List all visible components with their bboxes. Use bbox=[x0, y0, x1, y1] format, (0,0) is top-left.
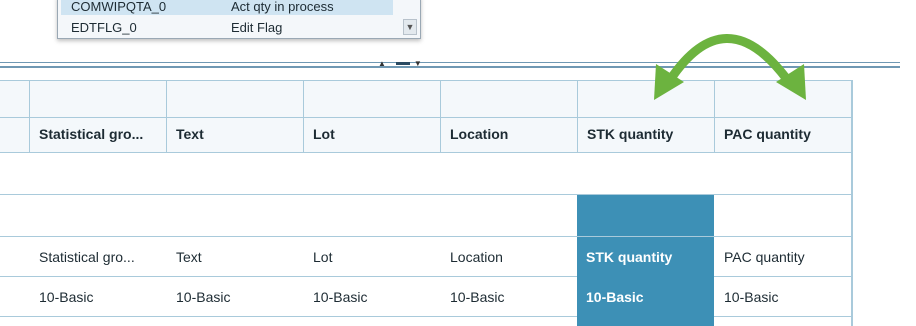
grid-cell-stk-quantity-label[interactable]: STK quantity bbox=[577, 237, 714, 277]
data-grid: Statistical gro... Text Lot Location STK… bbox=[0, 80, 853, 326]
splitter-handle-icon[interactable]: ▲ ▼ bbox=[378, 59, 428, 68]
grid-cell-lot-label[interactable]: Lot bbox=[304, 237, 440, 277]
column-header-location[interactable]: Location bbox=[441, 117, 577, 152]
scroll-down-icon[interactable]: ▼ bbox=[403, 19, 417, 35]
grid-cell-location-value[interactable]: 10-Basic bbox=[441, 277, 577, 317]
grid-cell-lot-value[interactable]: 10-Basic bbox=[304, 277, 440, 317]
column-header-stk-quantity[interactable]: STK quantity bbox=[578, 117, 714, 152]
grid-cell-pac-quantity-value[interactable]: 10-Basic bbox=[715, 277, 851, 317]
dropdown-item-label: Edit Flag bbox=[231, 20, 283, 35]
swap-columns-arrow-icon bbox=[654, 34, 806, 100]
column-header-statistical-group[interactable]: Statistical gro... bbox=[30, 117, 166, 152]
grid-cell-stk-quantity-value[interactable]: 10-Basic bbox=[577, 277, 714, 317]
grid-cell-pac-quantity-label[interactable]: PAC quantity bbox=[715, 237, 851, 277]
column-header-pac-quantity[interactable]: PAC quantity bbox=[715, 117, 851, 152]
column-header-lot[interactable]: Lot bbox=[304, 117, 440, 152]
grid-cell-statistical-group-value[interactable]: 10-Basic bbox=[30, 277, 166, 317]
dropdown-item-edtflg[interactable]: EDTFLG_0 Edit Flag bbox=[61, 19, 391, 36]
grid-cell-text-value[interactable]: 10-Basic bbox=[167, 277, 303, 317]
grid-line bbox=[0, 194, 852, 195]
column-header-text[interactable]: Text bbox=[167, 117, 303, 152]
grid-cell-location-label[interactable]: Location bbox=[441, 237, 577, 277]
grid-cell-text-label[interactable]: Text bbox=[167, 237, 303, 277]
dropdown-item-label: Act qty in process bbox=[231, 0, 334, 14]
dropdown-item-code: EDTFLG_0 bbox=[71, 20, 137, 35]
grid-line bbox=[851, 80, 852, 326]
dropdown-item-code: COMWIPQTA_0 bbox=[71, 0, 167, 14]
grid-line bbox=[0, 152, 852, 153]
column-dropdown-list[interactable]: COMWIPQTA_0 Act qty in process EDTFLG_0 … bbox=[57, 0, 421, 39]
dropdown-item-comwipqta[interactable]: COMWIPQTA_0 Act qty in process bbox=[61, 0, 393, 15]
grid-cell-statistical-group-label[interactable]: Statistical gro... bbox=[30, 237, 166, 277]
